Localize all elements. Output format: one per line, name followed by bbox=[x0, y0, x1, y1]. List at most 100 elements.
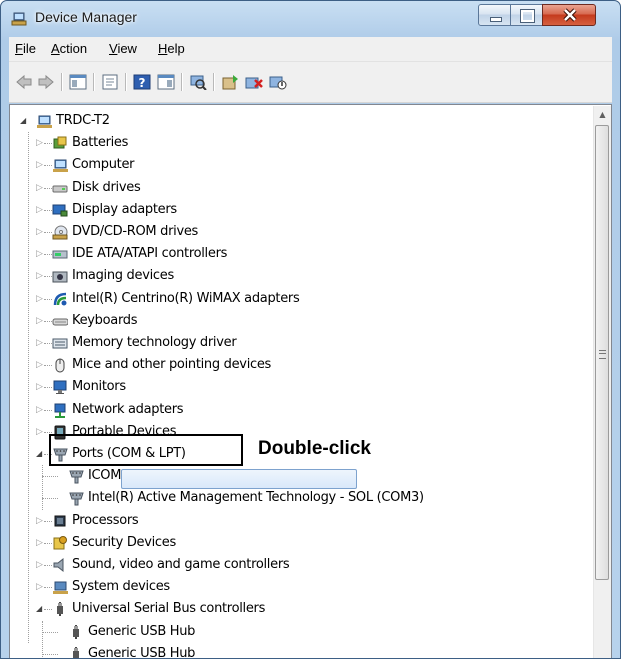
scan-hardware-icon[interactable] bbox=[189, 74, 207, 90]
menu-action[interactable]: Action bbox=[51, 41, 87, 56]
minimize-button[interactable] bbox=[478, 4, 511, 26]
toolbar: ? bbox=[9, 62, 612, 103]
scroll-up-arrow-icon[interactable]: ▲ bbox=[594, 106, 611, 123]
tree-item-after-1-label: Security Devices bbox=[72, 534, 176, 550]
tree-item-9[interactable]: ▷ Memory technology driver bbox=[10, 332, 590, 354]
tree-item-10[interactable]: ▷ Mice and other pointing devices bbox=[10, 354, 590, 376]
tree-item-3-label: Display adapters bbox=[72, 201, 177, 217]
tree-item-after-2[interactable]: ▷ Sound, video and game controllers bbox=[10, 554, 590, 576]
tree-item-12[interactable]: ▷ Network adapters bbox=[10, 399, 590, 421]
tree-item-after-3-label: System devices bbox=[72, 579, 170, 595]
tree-item-3[interactable]: ▷ Display adapters bbox=[10, 199, 590, 221]
tree-item-after-0[interactable]: ▷ Processors bbox=[10, 510, 590, 532]
tree-item-9-label: Memory technology driver bbox=[72, 335, 237, 350]
menu-view[interactable]: View bbox=[109, 41, 137, 56]
tree-item-11[interactable]: ▷ Monitors bbox=[10, 376, 590, 398]
collapse-arrow-icon[interactable]: ◢ bbox=[36, 604, 44, 614]
vertical-scrollbar[interactable]: ▲ bbox=[593, 106, 611, 658]
device-tree[interactable]: ▲ ◢ TRDC-T2 ▷ Batteries ▷ Computer ▷ Disk drive… bbox=[9, 104, 612, 658]
update-driver-icon[interactable] bbox=[221, 74, 239, 90]
tree-item-8[interactable]: ▷ Keyboards bbox=[10, 310, 590, 332]
computer-icon bbox=[37, 115, 52, 128]
expand-arrow-icon[interactable]: ▷ bbox=[36, 427, 44, 437]
expand-arrow-icon[interactable]: ▷ bbox=[36, 205, 44, 215]
tree-item-5[interactable]: ▷ IDE ATA/ATAPI controllers bbox=[10, 243, 590, 265]
tree-item-after-2-label: Sound, video and game controllers bbox=[72, 557, 290, 572]
expand-arrow-icon[interactable]: ▷ bbox=[36, 316, 44, 326]
expand-arrow-icon[interactable]: ▷ bbox=[36, 405, 44, 415]
collapse-arrow-icon[interactable]: ◢ bbox=[20, 116, 28, 126]
tree-item-4-label: DVD/CD-ROM drives bbox=[72, 224, 199, 239]
usb-icon bbox=[57, 602, 63, 617]
dvd-icon bbox=[52, 225, 68, 240]
properties-icon[interactable] bbox=[101, 74, 119, 90]
menu-bar: File Action View Help bbox=[9, 37, 612, 62]
display-icon bbox=[52, 204, 68, 217]
tree-item-0[interactable]: ▷ Batteries bbox=[10, 132, 590, 154]
tree-item-after-3[interactable]: ▷ System devices bbox=[10, 576, 590, 598]
expand-arrow-icon[interactable]: ▷ bbox=[36, 227, 44, 237]
expand-arrow-icon[interactable]: ▷ bbox=[36, 271, 44, 281]
processor-icon bbox=[54, 515, 66, 527]
tree-item-port-child-1-label: Intel(R) Active Management Technology - … bbox=[88, 490, 424, 506]
uninstall-icon[interactable] bbox=[245, 74, 263, 90]
expand-arrow-icon[interactable]: ▷ bbox=[36, 516, 44, 526]
svg-text:?: ? bbox=[139, 76, 146, 90]
collapse-arrow-icon[interactable]: ◢ bbox=[36, 449, 44, 459]
tree-item-after-1[interactable]: ▷ Security Devices bbox=[10, 532, 590, 554]
menu-file[interactable]: File bbox=[15, 41, 36, 56]
expand-arrow-icon[interactable]: ▷ bbox=[36, 338, 44, 348]
battery-icon bbox=[53, 136, 67, 149]
action-pane-icon[interactable] bbox=[157, 74, 175, 90]
expand-arrow-icon[interactable]: ▷ bbox=[36, 538, 44, 548]
expand-arrow-icon[interactable]: ▷ bbox=[36, 582, 44, 592]
tree-item-port-child-1[interactable]: Intel(R) Active Management Technology - … bbox=[10, 487, 590, 509]
scroll-thumb[interactable] bbox=[595, 125, 609, 580]
disable-icon[interactable] bbox=[269, 74, 287, 90]
tree-item-7[interactable]: ▷ Intel(R) Centrino(R) WiMAX adapters bbox=[10, 288, 590, 310]
expand-arrow-icon[interactable]: ▷ bbox=[36, 294, 44, 304]
expand-arrow-icon[interactable]: ▷ bbox=[36, 160, 44, 170]
tree-item-1[interactable]: ▷ Computer bbox=[10, 154, 590, 176]
tree-item-usb-child-0-label: Generic USB Hub bbox=[88, 623, 196, 639]
menu-help[interactable]: Help bbox=[158, 41, 185, 56]
expand-arrow-icon[interactable]: ▷ bbox=[36, 382, 44, 392]
tree-item-7-label: Intel(R) Centrino(R) WiMAX adapters bbox=[72, 290, 300, 306]
memory-icon bbox=[52, 338, 68, 349]
expand-arrow-icon[interactable]: ▷ bbox=[36, 249, 44, 259]
tree-item-usb[interactable]: ◢ Universal Serial Bus controllers bbox=[10, 598, 590, 620]
help-icon[interactable]: ? bbox=[133, 74, 151, 90]
forward-icon[interactable] bbox=[37, 74, 55, 90]
tree-item-usb-child-0[interactable]: Generic USB Hub bbox=[10, 621, 590, 643]
wimax-icon bbox=[53, 292, 67, 306]
back-icon[interactable] bbox=[15, 74, 33, 90]
tree-item-8-label: Keyboards bbox=[72, 312, 138, 328]
network-icon bbox=[54, 403, 66, 418]
callout-box bbox=[49, 434, 243, 466]
tree-root-label: TRDC-T2 bbox=[56, 113, 110, 128]
tree-item-usb-child-1[interactable]: Generic USB Hub bbox=[10, 643, 590, 658]
device-manager-window: Device Manager File Action View Help ? ▲… bbox=[0, 0, 621, 659]
port-icon bbox=[69, 492, 84, 506]
tree-item-11-label: Monitors bbox=[72, 379, 126, 395]
device-manager-icon bbox=[11, 12, 27, 26]
expand-arrow-icon[interactable]: ▷ bbox=[36, 138, 44, 148]
tree-item-after-0-label: Processors bbox=[72, 512, 139, 528]
title-bar[interactable]: Device Manager bbox=[1, 1, 620, 35]
tree-item-6[interactable]: ▷ Imaging devices bbox=[10, 265, 590, 287]
expand-arrow-icon[interactable]: ▷ bbox=[36, 183, 44, 193]
tree-item-2[interactable]: ▷ Disk drives bbox=[10, 177, 590, 199]
tree-item-4[interactable]: ▷ DVD/CD-ROM drives bbox=[10, 221, 590, 243]
tree-item-6-label: Imaging devices bbox=[72, 268, 174, 284]
tree-root[interactable]: ◢ TRDC-T2 bbox=[10, 110, 590, 132]
close-button[interactable] bbox=[542, 4, 596, 26]
usb-icon bbox=[73, 624, 79, 639]
maximize-button[interactable] bbox=[510, 4, 543, 26]
show-hide-console-tree-icon[interactable] bbox=[69, 74, 87, 90]
tree-item-1-label: Computer bbox=[72, 157, 135, 173]
expand-arrow-icon[interactable]: ▷ bbox=[36, 560, 44, 570]
expand-arrow-icon[interactable]: ▷ bbox=[36, 360, 44, 370]
tree-item-2-label: Disk drives bbox=[72, 179, 141, 195]
port-icon bbox=[69, 470, 84, 484]
tree-item-12-label: Network adapters bbox=[72, 401, 184, 417]
